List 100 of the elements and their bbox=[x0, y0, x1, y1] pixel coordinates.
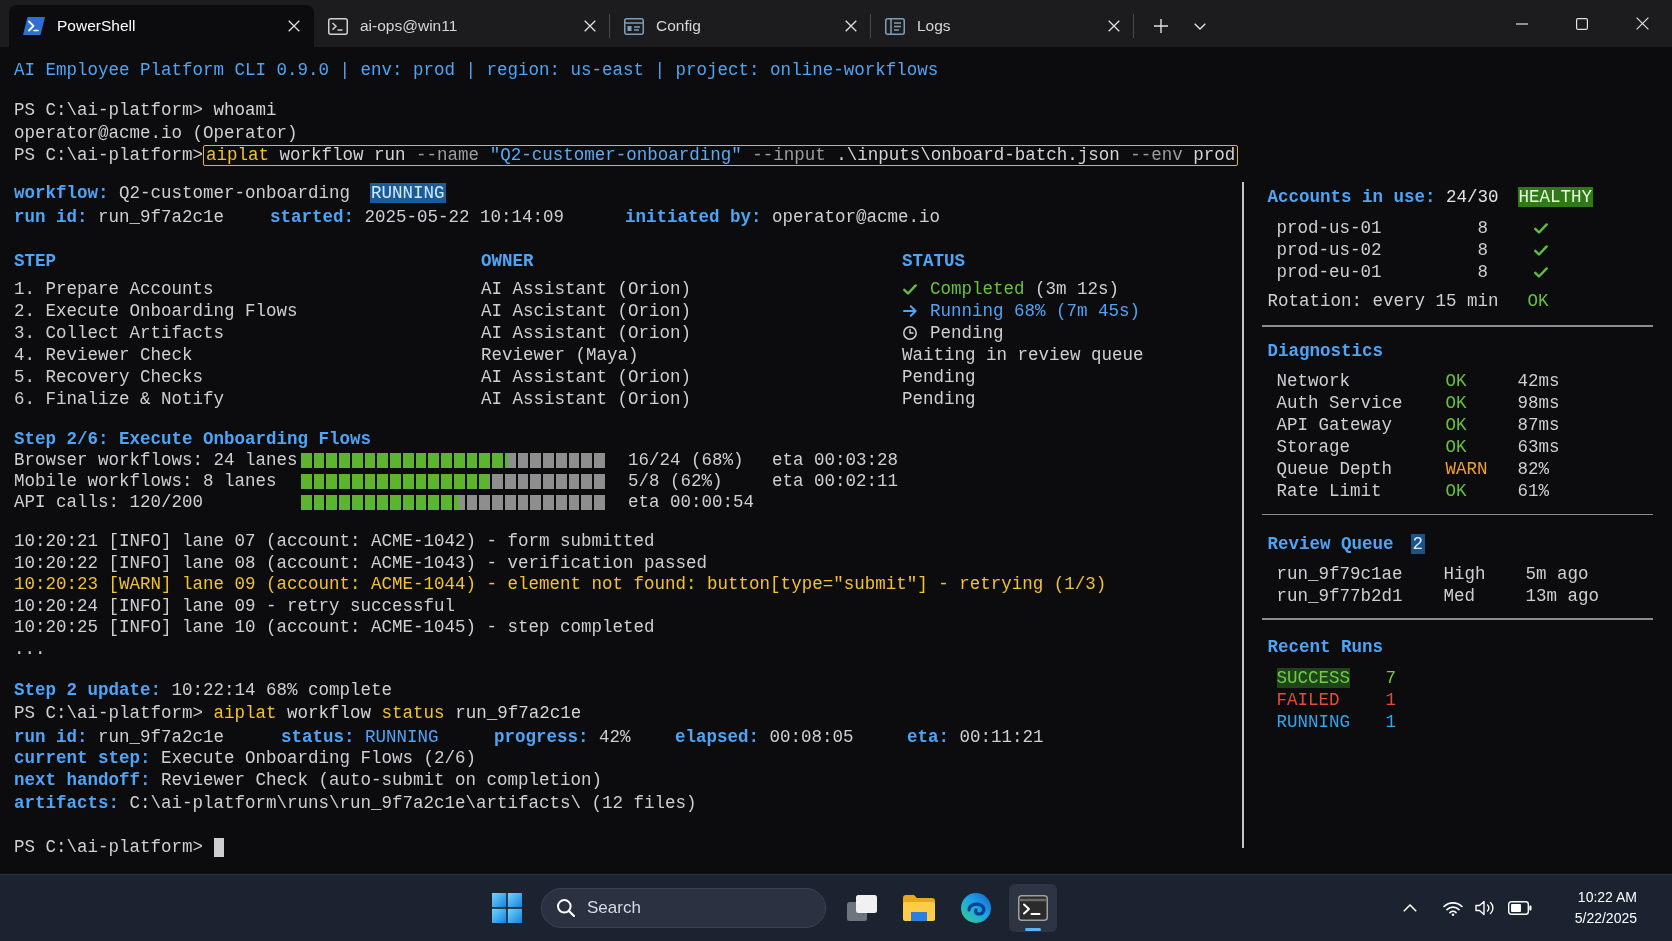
field-label: next handoff: bbox=[14, 769, 151, 793]
field-label: artifacts: bbox=[14, 791, 120, 815]
priority-text: High bbox=[1443, 563, 1487, 586]
table-header: STATUS bbox=[902, 250, 966, 273]
diagnostic-name: Network bbox=[1276, 369, 1351, 393]
table-cell-text: 5. Recovery Checks bbox=[14, 366, 205, 389]
run-result-count: 1 bbox=[1385, 688, 1397, 712]
diagnostic-status: OK bbox=[1445, 413, 1468, 437]
eta-text: eta 00:02:11 bbox=[772, 470, 899, 494]
swirl-circle-icon bbox=[961, 893, 991, 923]
field-label: status: bbox=[281, 726, 355, 749]
output-text: operator@acme.io (Operator) bbox=[14, 121, 299, 144]
clock-date[interactable]: 5/22/2025 bbox=[1574, 908, 1637, 929]
clock-time[interactable]: 10:22 AM bbox=[1577, 887, 1637, 908]
prompt-text: PS C:\ai-platform> bbox=[14, 144, 204, 168]
field-label: elapsed: bbox=[675, 726, 759, 749]
log-line: 10:20:25 [INFO] lane 10 (account: ACME-1045) - step completed bbox=[14, 617, 656, 639]
chevron-down-icon[interactable] bbox=[1194, 22, 1206, 30]
list-icon bbox=[885, 17, 905, 35]
log-line: ... bbox=[14, 638, 47, 660]
chevron-up-icon[interactable] bbox=[1403, 904, 1417, 912]
field-label: progress: bbox=[494, 726, 589, 749]
diagnostic-name: Auth Service bbox=[1276, 391, 1404, 415]
table-cell-text: 3. Collect Artifacts bbox=[14, 322, 226, 345]
progress-label: Browser workflows: 24 lanes bbox=[14, 449, 299, 473]
close-icon[interactable] bbox=[1635, 17, 1649, 30]
age-text: 5m ago bbox=[1525, 563, 1590, 586]
status-text: Waiting in review queue bbox=[902, 344, 1144, 367]
search-field[interactable]: Search bbox=[541, 888, 826, 928]
field-label: initiated by: bbox=[625, 206, 762, 229]
log-line: 10:20:24 [INFO] lane 09 - retry successful bbox=[14, 595, 457, 617]
banner-text: AI Employee Platform CLI 0.9.0 | env: prod | region: us-east | project: online-workflows bbox=[14, 59, 940, 81]
table-cell-text: AI Assistant (Orion) bbox=[481, 366, 693, 389]
section-title: Diagnostics bbox=[1267, 340, 1384, 364]
close-icon[interactable] bbox=[1108, 20, 1120, 32]
section-heading: Step 2/6: Execute Onboarding Flows bbox=[14, 428, 373, 450]
table-cell-text: 1. Prepare Accounts bbox=[14, 278, 215, 301]
run-result-label: RUNNING bbox=[1276, 711, 1350, 732]
close-icon[interactable] bbox=[584, 20, 596, 32]
tab[interactable]: ai-ops@win11 bbox=[314, 5, 610, 47]
field-label: current step: bbox=[14, 746, 151, 770]
field-value: 2025-05-22 10:14:09 bbox=[364, 206, 565, 229]
stacked-windows-icon bbox=[847, 895, 877, 921]
clock-icon bbox=[902, 326, 917, 341]
battery-icon[interactable] bbox=[1508, 901, 1532, 915]
usage-count: 24/30 bbox=[1446, 185, 1499, 209]
tab[interactable]: PowerShell bbox=[9, 5, 314, 47]
log-line: 10:20:23 [WARN] lane 09 (account: ACME-1044) - element not found: button[type="submit"] - retrying (1/3) bbox=[14, 574, 1108, 596]
tab[interactable]: Config bbox=[610, 5, 871, 47]
wifi-icon[interactable] bbox=[1443, 900, 1463, 916]
diagnostic-status: OK bbox=[1445, 479, 1468, 503]
log-line: 10:20:21 [INFO] lane 07 (account: ACME-1042) - form submitted bbox=[14, 531, 656, 553]
diagnostic-name: API Gateway bbox=[1276, 413, 1394, 437]
priority-text: Med bbox=[1443, 585, 1476, 608]
eta-text: eta 00:00:54 bbox=[628, 491, 755, 515]
diagnostic-value: 61% bbox=[1517, 479, 1550, 503]
field-value: C:\ai-platform\runs\run_9f7a2c1e\artifacts\ (12 files) bbox=[129, 791, 697, 815]
diagnostic-value: 87ms bbox=[1517, 413, 1561, 437]
close-icon[interactable] bbox=[845, 20, 857, 32]
table-cell-text: Reviewer (Maya) bbox=[481, 344, 640, 367]
diagnostic-value: 63ms bbox=[1517, 435, 1561, 459]
progress-label: API calls: 120/200 bbox=[14, 491, 205, 515]
four-squares-icon[interactable] bbox=[492, 893, 522, 923]
table-cell-text: AI Assistant (Orion) bbox=[481, 278, 693, 301]
command-text: aiplat workflow status run_9f7a2c1e bbox=[213, 701, 582, 725]
table-header: OWNER bbox=[481, 250, 535, 273]
minimize-icon[interactable] bbox=[1516, 22, 1528, 25]
field-value: RUNNING bbox=[365, 726, 439, 749]
speaker-icon[interactable] bbox=[1475, 900, 1495, 916]
prompt-icon bbox=[23, 17, 45, 35]
run-result-count: 7 bbox=[1385, 666, 1397, 690]
field-label: run id: bbox=[14, 206, 88, 229]
diagnostic-status: OK bbox=[1445, 435, 1468, 459]
field-value: Q2-customer-onboarding bbox=[119, 181, 351, 205]
plus-icon[interactable] bbox=[1154, 19, 1168, 33]
run-result-label: FAILED bbox=[1276, 689, 1340, 710]
table-cell-text: AI Assistant (Orion) bbox=[481, 388, 693, 411]
section-title: Accounts in use: bbox=[1267, 185, 1436, 209]
field-label: run id: bbox=[14, 726, 88, 749]
progress-count: 16/24 (68%) bbox=[628, 449, 745, 473]
taskbar-button[interactable] bbox=[1009, 884, 1057, 932]
maximize-icon[interactable] bbox=[1576, 17, 1588, 30]
field-value: run_9f7a2c1e bbox=[98, 726, 225, 749]
diagnostic-name: Storage bbox=[1276, 435, 1351, 459]
log-line: 10:20:22 [INFO] lane 08 (account: ACME-1043) - verification passed bbox=[14, 552, 709, 574]
health-badge: HEALTHY bbox=[1517, 187, 1594, 207]
rotation-status: OK bbox=[1527, 289, 1549, 313]
status-text: Pending bbox=[930, 322, 1004, 345]
field-value: run_9f7a2c1e bbox=[98, 206, 225, 229]
tab[interactable]: Logs bbox=[871, 5, 1134, 47]
prompt-text: PS C:\ai-platform> bbox=[14, 835, 204, 859]
eta-text: eta 00:03:28 bbox=[772, 449, 899, 473]
progress-count: 5/8 (62%) bbox=[628, 470, 724, 494]
field-value: 42% bbox=[599, 726, 631, 749]
diagnostic-status: OK bbox=[1445, 391, 1468, 415]
close-icon[interactable] bbox=[288, 20, 300, 32]
command-text: aiplat workflow run --name "Q2-customer-onboarding" --input .\inputs\onboard-batch.json --env prod bbox=[203, 144, 1239, 166]
terminal-icon bbox=[328, 17, 348, 35]
account-count: 8 bbox=[1477, 239, 1489, 262]
status-text: Running 68% (7m 45s) bbox=[930, 300, 1141, 323]
